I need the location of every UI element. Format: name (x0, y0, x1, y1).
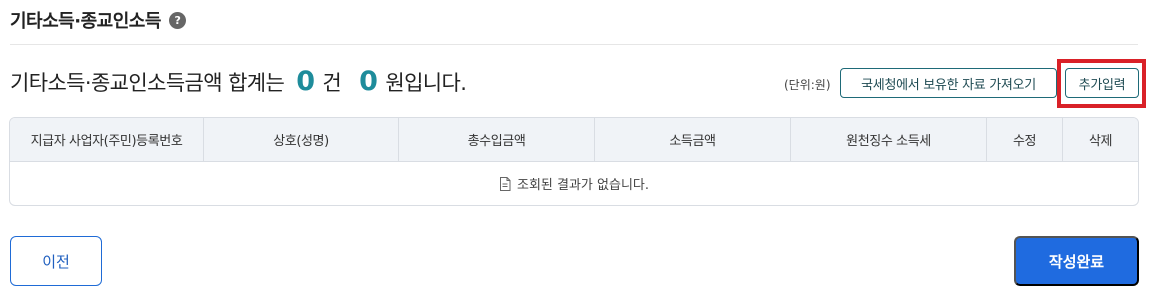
divider (10, 44, 1138, 45)
summary-count-unit: 건 (322, 71, 342, 95)
section-title: 기타소득·종교인소득 (10, 11, 161, 32)
column-header-edit: 수정 (987, 118, 1063, 161)
highlight-box (1057, 59, 1146, 108)
column-header-total-revenue: 총수입금액 (399, 118, 595, 161)
empty-message: 조회된 결과가 없습니다. (517, 178, 649, 193)
unit-label: (단위:원) (784, 78, 831, 92)
complete-button[interactable]: 작성완료 (1014, 236, 1139, 286)
summary-amount: 0 (359, 66, 378, 97)
section-header: 기타소득·종교인소득 ? (10, 7, 186, 33)
column-header-withholding-tax: 원천징수 소득세 (791, 118, 987, 161)
fetch-nts-data-button[interactable]: 국세청에서 보유한 자료 가져오기 (840, 68, 1057, 98)
column-header-payer-id: 지급자 사업자(주민)등록번호 (10, 118, 204, 161)
summary-amount-unit: 원입니다. (385, 71, 467, 95)
summary-count: 0 (296, 66, 315, 97)
column-header-delete: 삭제 (1088, 134, 1113, 149)
column-header-business-name: 상호(성명) (204, 118, 399, 161)
summary-line: 기타소득·종교인소득금액 합계는 0 건 0 원입니다. (10, 66, 467, 97)
prev-button[interactable]: 이전 (10, 236, 102, 286)
table-header: 지급자 사업자(주민)등록번호 상호(성명) 총수입금액 소득금액 원천징수 소… (10, 118, 1138, 162)
page: 기타소득·종교인소득 ? 기타소득·종교인소득금액 합계는 0 건 0 원입니다… (0, 0, 1150, 301)
column-header-income-amount: 소득금액 (595, 118, 791, 161)
income-table: 지급자 사업자(주민)등록번호 상호(성명) 총수입금액 소득금액 원천징수 소… (9, 117, 1139, 206)
question-circle-icon[interactable]: ? (168, 11, 186, 29)
summary-prefix: 기타소득·종교인소득금액 합계는 (10, 71, 285, 95)
empty-row: 조회된 결과가 없습니다. (10, 162, 1138, 205)
document-icon (500, 176, 511, 191)
